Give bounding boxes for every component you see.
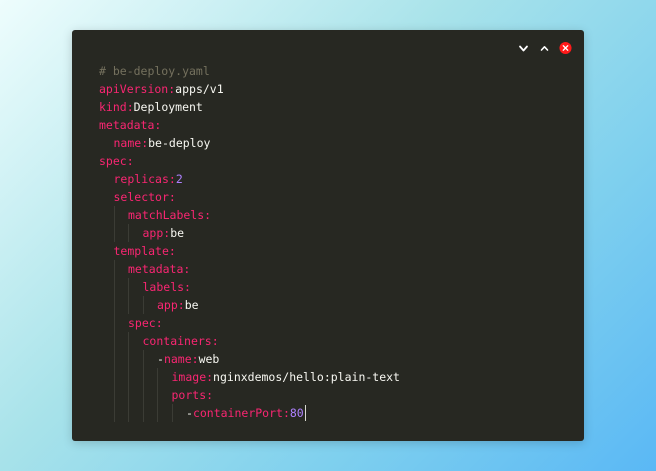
indent-guide bbox=[142, 368, 144, 386]
list-dash: - bbox=[186, 406, 193, 420]
yaml-key: kind: bbox=[99, 100, 134, 114]
yaml-key: app: bbox=[142, 226, 171, 240]
indent-guide bbox=[113, 314, 115, 332]
code-line: labels: bbox=[99, 278, 572, 296]
yaml-key: replicas: bbox=[113, 172, 176, 186]
yaml-value: be-deploy bbox=[148, 136, 211, 150]
indent-guide bbox=[128, 332, 129, 350]
indent-guide bbox=[128, 386, 129, 404]
code-line: template: bbox=[99, 242, 572, 260]
code-editor-window: # be-deploy.yaml apiVersion: apps/v1 kind:… bbox=[72, 30, 584, 441]
yaml-key: matchLabels: bbox=[128, 208, 212, 222]
code-line: matchLabels: bbox=[99, 206, 572, 224]
indent-guide bbox=[171, 404, 173, 422]
yaml-key: apiVersion: bbox=[99, 82, 176, 96]
code-line: - name: web bbox=[99, 350, 572, 368]
code-line: image: nginxdemos/hello:plain-text bbox=[99, 368, 572, 386]
indent-guide bbox=[113, 296, 115, 314]
yaml-key: metadata: bbox=[128, 262, 191, 276]
indent-guide bbox=[142, 404, 144, 422]
code-line: metadata: bbox=[99, 260, 572, 278]
indent-guide bbox=[157, 386, 158, 404]
indent-guide bbox=[113, 404, 115, 422]
yaml-value: Deployment bbox=[133, 100, 203, 114]
code-line: # be-deploy.yaml bbox=[99, 62, 572, 80]
code-line: spec: bbox=[99, 152, 572, 170]
yaml-key: app: bbox=[157, 298, 185, 312]
indent-guide bbox=[128, 278, 129, 296]
code-line: selector: bbox=[99, 188, 572, 206]
code-line: spec: bbox=[99, 314, 572, 332]
indent-guide bbox=[113, 332, 115, 350]
indent-guide bbox=[113, 350, 115, 368]
code-line: kind: Deployment bbox=[99, 98, 572, 116]
yaml-key: image: bbox=[171, 370, 214, 384]
code-line: apiVersion: apps/v1 bbox=[99, 80, 572, 98]
indent-guide bbox=[142, 296, 144, 314]
indent-guide bbox=[128, 296, 129, 314]
yaml-key: ports: bbox=[171, 388, 214, 402]
list-dash: - bbox=[157, 352, 164, 366]
indent-guide bbox=[157, 368, 158, 386]
indent-guide bbox=[113, 260, 115, 278]
yaml-key: containerPort: bbox=[192, 406, 290, 420]
yaml-value: be bbox=[170, 226, 185, 240]
yaml-key: template: bbox=[113, 244, 176, 258]
indent-guide bbox=[128, 350, 129, 368]
indent-guide bbox=[113, 224, 115, 242]
code-line: app: be bbox=[99, 296, 572, 314]
indent-guide bbox=[113, 206, 115, 224]
close-icon[interactable] bbox=[559, 41, 572, 55]
code-line: app: be bbox=[99, 224, 572, 242]
chevron-up-icon[interactable] bbox=[538, 42, 551, 55]
yaml-key: name: bbox=[113, 136, 149, 150]
code-line: replicas: 2 bbox=[99, 170, 572, 188]
yaml-key: containers: bbox=[142, 334, 219, 348]
code-line: metadata: bbox=[99, 116, 572, 134]
chevron-down-icon[interactable] bbox=[517, 42, 530, 55]
yaml-key: selector: bbox=[113, 190, 176, 204]
indent-guide bbox=[128, 368, 129, 386]
code-area[interactable]: # be-deploy.yaml apiVersion: apps/v1 kind:… bbox=[99, 62, 572, 422]
indent-guide bbox=[142, 350, 144, 368]
indent-guide bbox=[128, 404, 129, 422]
indent-guide bbox=[113, 368, 115, 386]
yaml-key: name: bbox=[163, 352, 199, 366]
yaml-value: 2 bbox=[175, 172, 183, 186]
indent-guide bbox=[128, 224, 129, 242]
indent-guide bbox=[142, 386, 144, 404]
yaml-value: nginxdemos/hello:plain-text bbox=[213, 370, 400, 384]
code-comment: # be-deploy.yaml bbox=[99, 64, 210, 78]
indent-guide bbox=[113, 278, 115, 296]
code-line: - containerPort: 80 bbox=[99, 404, 572, 422]
indent-guide bbox=[157, 404, 158, 422]
yaml-key: spec: bbox=[128, 316, 163, 330]
window-controls bbox=[517, 40, 572, 56]
code-line: name: be-deploy bbox=[99, 134, 572, 152]
indent-guide bbox=[113, 386, 115, 404]
text-cursor bbox=[304, 405, 306, 421]
yaml-value: be bbox=[184, 298, 199, 312]
yaml-key: spec: bbox=[99, 154, 134, 168]
yaml-value: 80 bbox=[289, 406, 304, 420]
code-line: ports: bbox=[99, 386, 572, 404]
yaml-value: web bbox=[198, 352, 220, 366]
yaml-key: labels: bbox=[142, 280, 191, 294]
yaml-key: metadata: bbox=[99, 118, 162, 132]
code-line: containers: bbox=[99, 332, 572, 350]
yaml-value: apps/v1 bbox=[175, 82, 224, 96]
